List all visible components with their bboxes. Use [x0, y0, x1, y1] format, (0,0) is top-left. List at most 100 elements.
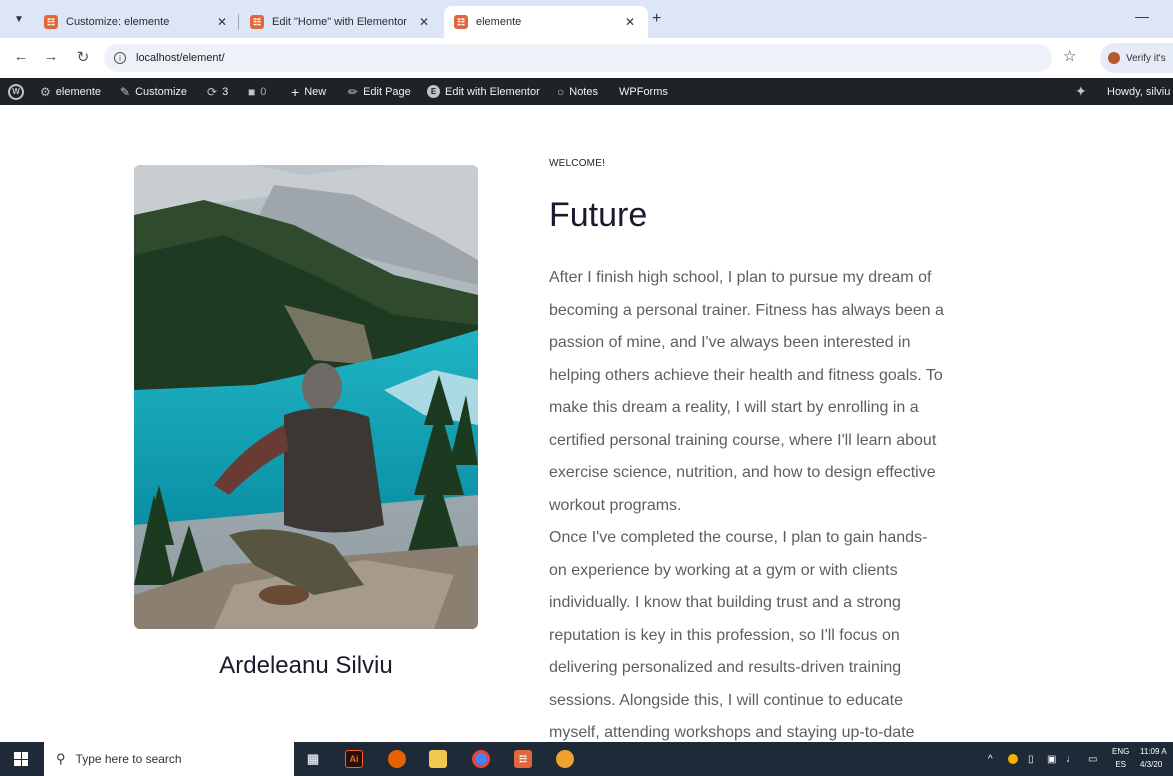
tab-label: Customize: elemente [66, 16, 170, 28]
windows-taskbar: ⚲ Type here to search ▦ Ai ☷ ^ ▯ ▣ ♩ ▭ E… [0, 742, 1173, 776]
wp-edit-elementor-label: Edit with Elementor [445, 85, 540, 98]
wp-new-label: New [304, 85, 327, 98]
wp-edit-elementor-link[interactable]: E Edit with Elementor [427, 78, 540, 105]
clock-date: 4/3/20 [1140, 760, 1163, 769]
wp-edit-page-link[interactable]: ✏ Edit Page [348, 78, 411, 105]
close-icon[interactable]: ✕ [214, 15, 230, 29]
brush-icon: ✎ [120, 84, 131, 99]
wp-updates-link[interactable]: ⟳ 3 [207, 78, 228, 105]
comment-icon: ■ [248, 84, 256, 99]
dashboard-icon: ⚙ [40, 84, 51, 99]
tab-search-chevron-icon[interactable]: ▼ [10, 10, 28, 28]
url-field[interactable]: i localhost/element/ [104, 44, 1052, 72]
url-text: localhost/element/ [136, 52, 225, 64]
speech-bubble-icon: ○ [557, 84, 565, 99]
text-line: becoming a personal trainer. Fitness has… [549, 301, 944, 319]
text-line: helping others achieve their health and … [549, 366, 943, 384]
wp-site-label: elemente [55, 85, 102, 98]
new-tab-button[interactable]: + [652, 10, 661, 28]
tab-divider [238, 14, 239, 30]
search-icon: ⚲ [56, 751, 66, 766]
paragraph-2: Once I've completed the course, I plan t… [549, 522, 1029, 750]
task-view-icon[interactable]: ▦ [304, 750, 322, 768]
tab-customize[interactable]: ☷ Customize: elemente ✕ [34, 6, 240, 38]
xampp-icon[interactable]: ☷ [514, 750, 532, 768]
plus-icon: + [291, 83, 300, 100]
forward-arrow-icon[interactable]: → [42, 48, 60, 65]
text-line: on experience by working at a gym or wit… [549, 561, 898, 579]
tab-label: elemente [476, 16, 522, 28]
app-icon[interactable] [556, 750, 574, 768]
address-bar-row: ← → ↻ i localhost/element/ ☆ Verify it's [0, 38, 1173, 78]
windows-start-icon[interactable] [14, 752, 28, 766]
text-line: reputation is key in this profession, so… [549, 626, 900, 644]
volume-icon[interactable]: ♩ [1066, 742, 1076, 776]
page-title: Future [549, 196, 648, 234]
text-line: workout programs. [549, 496, 682, 514]
wordpress-logo-icon[interactable]: W [8, 78, 24, 105]
tray-chevron-icon[interactable]: ^ [988, 742, 993, 776]
wp-admin-bar: W ⚙ elemente ✎ Customize ⟳ 3 ■ 0 + New ✏… [0, 78, 1173, 105]
wp-comments-link[interactable]: ■ 0 [248, 78, 266, 105]
section-eyebrow: WELCOME! [549, 158, 606, 169]
tab-label: Edit "Home" with Elementor [272, 16, 407, 28]
hero-photo [134, 165, 478, 629]
wp-wpforms-link[interactable]: WPForms [619, 78, 668, 105]
text-line: exercise science, nutrition, and how to … [549, 464, 936, 481]
paragraph-1: After I finish high school, I plan to pu… [549, 262, 1029, 522]
profile-button[interactable]: Verify it's [1100, 43, 1173, 73]
system-clock[interactable]: 11:09 A 4/3/20 [1140, 745, 1167, 771]
text-line: individually. I know that building trust… [549, 594, 901, 611]
wp-notes-link[interactable]: ○ Notes [557, 78, 598, 105]
updates-icon: ⟳ [207, 84, 218, 99]
text-line: certified personal training course, wher… [549, 431, 937, 449]
text-line: Once I've completed the course, I plan t… [549, 529, 928, 546]
bookmark-star-icon[interactable]: ☆ [1063, 47, 1076, 65]
site-info-icon[interactable]: i [114, 52, 126, 64]
lang-bottom: ES [1115, 760, 1126, 769]
chrome-icon[interactable] [472, 750, 490, 768]
language-indicator[interactable]: ENG ES [1112, 745, 1129, 771]
reload-icon[interactable]: ↻ [74, 48, 92, 66]
text-line: passion of mine, and I've always been in… [549, 334, 911, 351]
text-line: make this dream a reality, I will start … [549, 399, 919, 416]
wp-new-link[interactable]: + New [291, 78, 326, 105]
wp-edit-page-label: Edit Page [363, 85, 411, 98]
avatar [1108, 52, 1120, 64]
taskbar-search-input[interactable]: ⚲ Type here to search [44, 742, 294, 776]
lang-top: ENG [1112, 747, 1130, 756]
close-icon[interactable]: ✕ [416, 15, 432, 29]
minimize-icon[interactable]: — [1135, 8, 1149, 24]
text-line: delivering personalized and results-driv… [549, 659, 902, 676]
battery-icon[interactable]: ▯ [1028, 742, 1034, 776]
elementor-favicon-icon: ☷ [250, 15, 264, 29]
file-explorer-icon[interactable] [429, 750, 447, 768]
notification-icon[interactable]: ▭ [1088, 742, 1097, 776]
wp-customize-link[interactable]: ✎ Customize [120, 78, 187, 105]
tab-edit-home[interactable]: ☷ Edit "Home" with Elementor ✕ [240, 6, 442, 38]
wp-wpforms-label: WPForms [619, 85, 668, 98]
tab-elemente-active[interactable]: ☷ elemente ✕ [444, 6, 648, 38]
wp-ai-sparkle-icon[interactable]: ✦ [1075, 78, 1092, 105]
elementor-favicon-icon: ☷ [454, 15, 468, 29]
wp-notes-label: Notes [569, 85, 598, 98]
search-placeholder: Type here to search [75, 752, 182, 766]
tray-app-icon[interactable] [1008, 742, 1018, 776]
wp-howdy-account[interactable]: Howdy, silviu [1107, 78, 1170, 105]
body-paragraphs: After I finish high school, I plan to pu… [549, 262, 1029, 750]
firefox-icon[interactable] [388, 750, 406, 768]
wp-site-link[interactable]: ⚙ elemente [40, 78, 101, 105]
close-icon[interactable]: ✕ [622, 15, 638, 29]
author-name: Ardeleanu Silviu [219, 652, 393, 679]
illustrator-icon[interactable]: Ai [345, 750, 363, 768]
network-icon[interactable]: ▣ [1047, 742, 1056, 776]
back-arrow-icon[interactable]: ← [12, 48, 30, 65]
browser-tab-strip: ▼ ☷ Customize: elemente ✕ ☷ Edit "Home" … [0, 0, 1173, 38]
elementor-icon: E [427, 85, 440, 98]
wp-updates-count: 3 [222, 85, 229, 98]
text-line: sessions. Alongside this, I will continu… [549, 691, 903, 709]
wp-comments-count: 0 [260, 85, 267, 98]
clock-time: 11:09 A [1140, 747, 1167, 756]
wp-customize-label: Customize [135, 85, 188, 98]
elementor-favicon-icon: ☷ [44, 15, 58, 29]
